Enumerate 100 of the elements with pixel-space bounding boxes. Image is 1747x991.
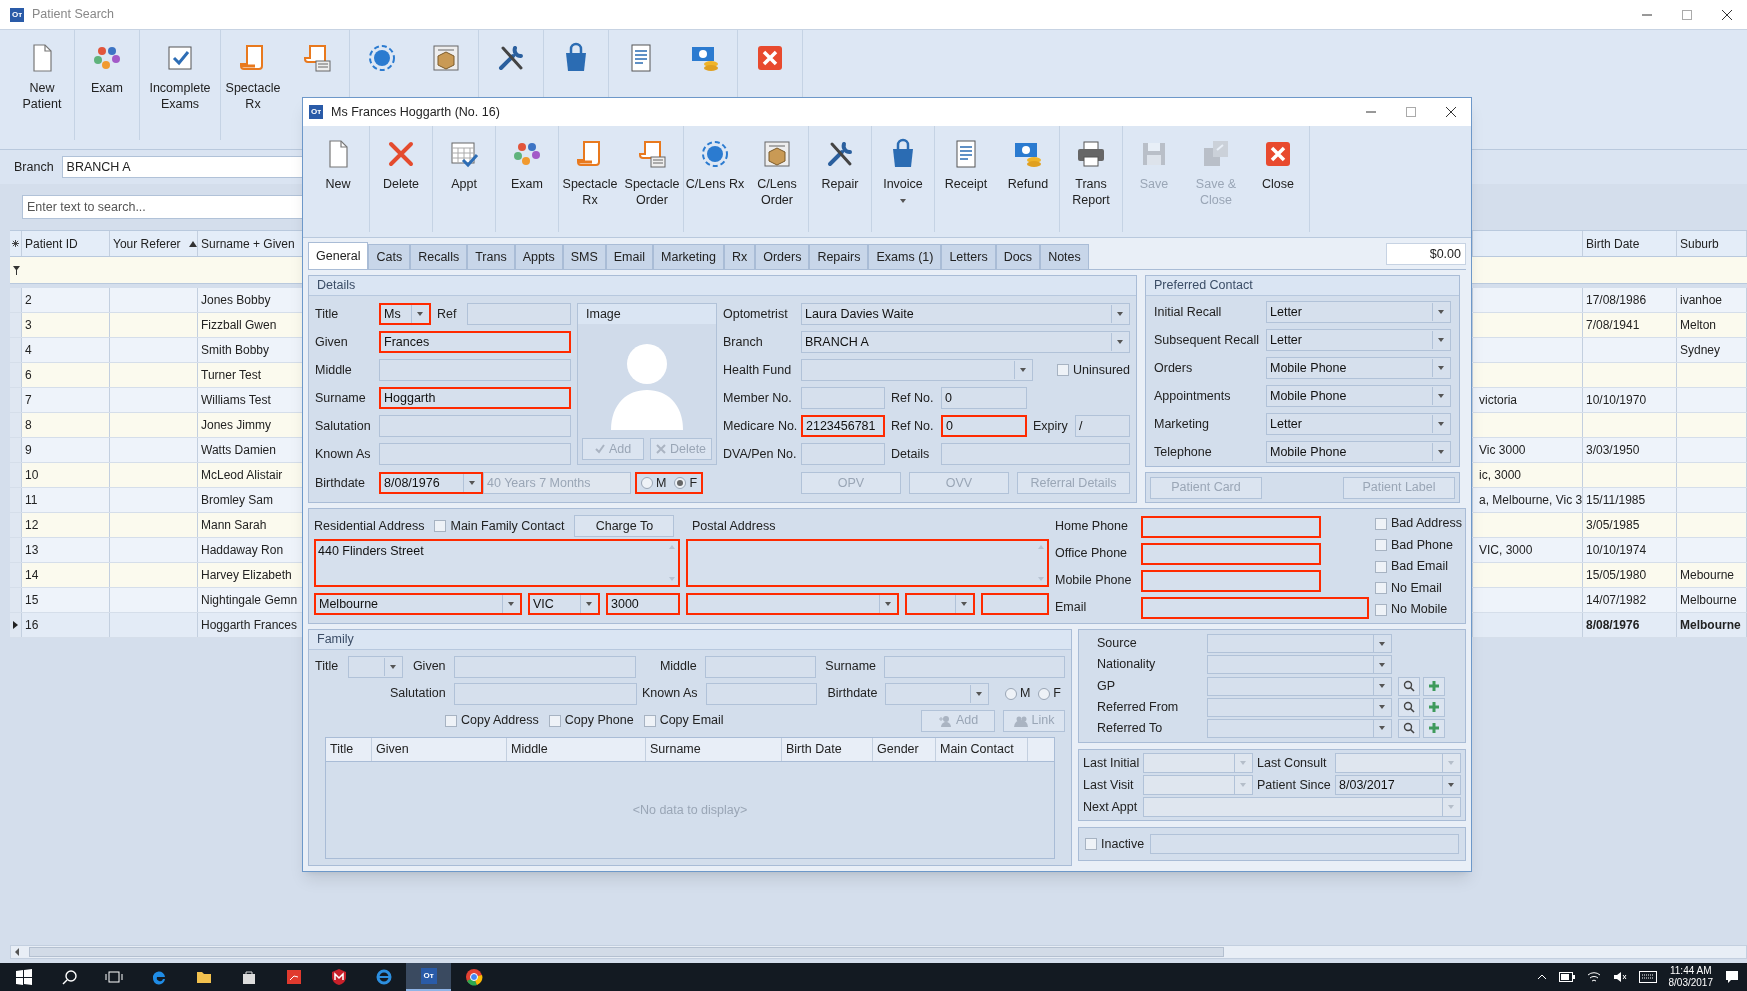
field-label: Birthdate — [315, 474, 367, 492]
checkbox-label: Bad Email — [1391, 558, 1448, 576]
radio-label: F — [689, 474, 698, 492]
field-label: Initial Recall — [1154, 303, 1223, 321]
table-cell-text: Bromley Sam — [201, 492, 274, 509]
field-label: Email — [1055, 599, 1088, 617]
table-cell-text: 6 — [25, 367, 32, 384]
checkbox-label: Bad Address — [1391, 515, 1462, 533]
clock-time: 11:44 AM — [1670, 965, 1712, 977]
table-cell-text: Nightingale Gemn — [201, 592, 298, 609]
table-cell-text: Jones Bobby — [201, 292, 271, 309]
table-cell-text: Smith Bobby — [201, 342, 270, 359]
table-cell-text: 7 — [25, 392, 32, 409]
table-cell-text: 7/08/1941 — [1586, 317, 1640, 334]
field-label: Salutation — [389, 685, 446, 703]
checkbox-label: Main Family Contact — [450, 517, 565, 535]
table-cell-text: Sydney — [1680, 342, 1721, 359]
field-label: Ref — [437, 305, 458, 323]
field-label: Title — [315, 305, 340, 323]
field-label: Salutation — [315, 417, 372, 435]
group-title: Preferred Contact — [1146, 276, 1459, 296]
app-logo: Oт — [420, 968, 437, 984]
table-cell-text: 8 — [25, 417, 32, 434]
field-label: Last Consult — [1257, 754, 1328, 772]
table-cell-text: 13 — [25, 542, 39, 559]
field-label: Known As — [315, 445, 372, 463]
radio-label: F — [1053, 685, 1061, 703]
field-label: Referred To — [1096, 720, 1164, 738]
field-label: Birthdate — [826, 685, 878, 703]
table-cell-text: Mann Sarah — [201, 517, 267, 534]
table-cell-text: Vic 3000 — [1479, 442, 1526, 459]
field-label: Next Appt — [1083, 798, 1139, 816]
field-label: Optometrist — [723, 305, 789, 323]
table-cell-text: Watts Damien — [201, 442, 276, 459]
field-label: Title — [315, 658, 340, 676]
empty-table-message: <No data to display> — [632, 801, 748, 819]
checkbox-label: Copy Phone — [564, 712, 634, 730]
field-label: Middle — [315, 361, 353, 379]
field-label: Given — [411, 658, 446, 676]
table-cell-text: Fizzball Gwen — [201, 317, 277, 334]
field-label: Known As — [641, 685, 698, 703]
checkbox-label: Copy Address — [461, 712, 539, 730]
table-cell-text: 4 — [25, 342, 32, 359]
window-title: Ms Frances Hoggarth (No. 16) — [331, 103, 500, 121]
field-label: Last Initial — [1083, 754, 1139, 772]
table-cell-text: Jones Jimmy — [201, 417, 271, 434]
table-cell-text: 10/10/1974 — [1586, 542, 1647, 559]
field-label: Surname — [824, 658, 877, 676]
table-cell-text: 3/05/1985 — [1586, 517, 1640, 534]
field-label: Details — [891, 445, 931, 463]
table-cell-text: Melton — [1680, 317, 1717, 334]
table-cell-text: 14/07/1982 — [1586, 592, 1647, 609]
field-label: DVA/Pen No. — [723, 445, 798, 463]
table-cell-text: 17/08/1986 — [1586, 292, 1647, 309]
field-label: Office Phone — [1055, 545, 1129, 563]
table-cell-text: 16 — [25, 617, 39, 634]
table-cell-text: Turner Test — [201, 367, 262, 384]
table-cell-text: Mebourne — [1680, 567, 1735, 584]
field-label: Referred From — [1096, 698, 1180, 716]
table-cell-text: ic, 3000 — [1479, 467, 1522, 484]
field-label: Source — [1096, 635, 1138, 653]
field-label: Expiry — [1033, 417, 1069, 435]
radio-label: M — [656, 474, 667, 492]
field-label: GP — [1096, 677, 1117, 695]
table-cell-text: 14 — [25, 567, 39, 584]
field-label: Patient Since — [1257, 776, 1331, 794]
table-cell-text: 11 — [25, 492, 38, 509]
balance-field: $0.00 — [1386, 243, 1466, 265]
field-label: Branch — [14, 158, 54, 176]
table-cell-text: 15/11/1985 — [1586, 492, 1646, 509]
field-label: Subsequent Recall — [1154, 331, 1260, 349]
field-label: Health Fund — [723, 361, 793, 379]
field-label: Ref No. — [891, 389, 935, 407]
field-label: Middle — [658, 658, 697, 676]
field-label: Marketing — [1154, 415, 1210, 433]
table-cell-text: Melbourne — [1680, 617, 1741, 634]
field-label: Appointments — [1154, 387, 1232, 405]
field-label: Residential Address — [314, 517, 425, 535]
radio-label: M — [1019, 685, 1031, 703]
table-cell-text: ivanhoe — [1680, 292, 1723, 309]
group-title: Image — [578, 304, 716, 324]
window-title: Patient Search — [32, 6, 114, 24]
table-cell-text: 3 — [25, 317, 32, 334]
table-cell-text: Hoggarth Frances — [201, 617, 298, 634]
table-cell-text: 10 — [25, 467, 39, 484]
table-cell-text: 8/08/1976 — [1586, 617, 1640, 634]
table-cell-text: a, Melbourne, Vic 3 — [1479, 492, 1583, 509]
checkbox-label: Copy Email — [659, 712, 724, 730]
field-label: Mobile Phone — [1055, 572, 1133, 590]
field-label: Medicare No. — [723, 417, 799, 435]
field-label: Branch — [723, 333, 764, 351]
field-label: Postal Address — [692, 517, 776, 535]
group-title: Details — [309, 276, 1136, 296]
field-label: Home Phone — [1055, 518, 1129, 536]
table-cell-text: Williams Test — [201, 392, 271, 409]
table-cell-text: victoria — [1479, 392, 1517, 409]
checkbox-label: No Email — [1391, 579, 1442, 597]
table-cell-text: Melbourne — [1680, 592, 1737, 609]
field-label: Member No. — [723, 389, 793, 407]
table-cell-text: 3/03/1950 — [1586, 442, 1640, 459]
